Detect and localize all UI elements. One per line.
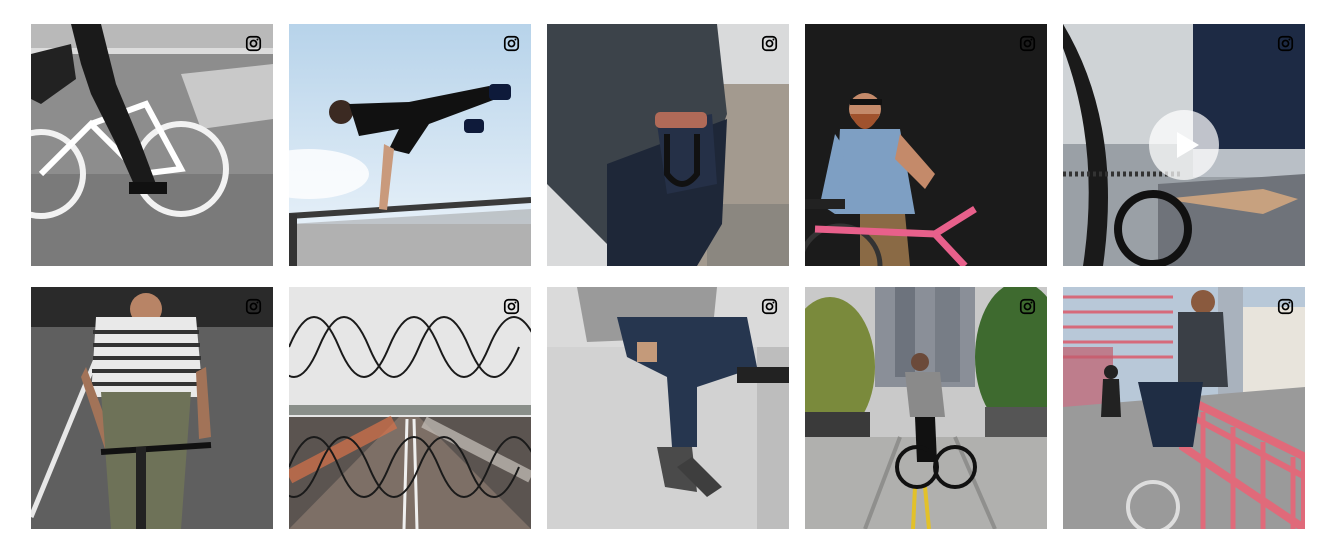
- photo-fence-over-highway: [289, 287, 531, 529]
- photo-rider-city-street: [805, 287, 1047, 529]
- photo-tile[interactable]: [547, 24, 789, 266]
- photo-tile[interactable]: [1063, 287, 1305, 529]
- photo-man-striped-shirt-riding: [31, 287, 273, 529]
- photo-tile[interactable]: [31, 24, 273, 266]
- instagram-icon: [245, 35, 262, 52]
- photo-u-lock-pocket: [547, 24, 789, 266]
- play-icon[interactable]: [1149, 110, 1219, 180]
- instagram-photo-grid: [31, 24, 1305, 529]
- photo-tile[interactable]: [289, 287, 531, 529]
- photo-man-red-bridge-railing: [1063, 287, 1305, 529]
- instagram-icon: [1277, 298, 1294, 315]
- instagram-icon: [1019, 35, 1036, 52]
- photo-tile[interactable]: [805, 24, 1047, 266]
- video-tile[interactable]: [1063, 24, 1305, 266]
- photo-man-sitting-on-wall: [547, 287, 789, 529]
- photo-tile[interactable]: [547, 287, 789, 529]
- instagram-icon: [1277, 35, 1294, 52]
- instagram-icon: [1019, 298, 1036, 315]
- photo-rider-white-fixie: [31, 24, 273, 266]
- instagram-icon: [503, 35, 520, 52]
- instagram-icon: [245, 298, 262, 315]
- photo-tile[interactable]: [805, 287, 1047, 529]
- instagram-icon: [503, 298, 520, 315]
- instagram-icon: [761, 298, 778, 315]
- photo-tile[interactable]: [31, 287, 273, 529]
- instagram-icon: [761, 35, 778, 52]
- photo-tile[interactable]: [289, 24, 531, 266]
- photo-bearded-man-pink-bike: [805, 24, 1047, 266]
- photo-man-vaulting-railing: [289, 24, 531, 266]
